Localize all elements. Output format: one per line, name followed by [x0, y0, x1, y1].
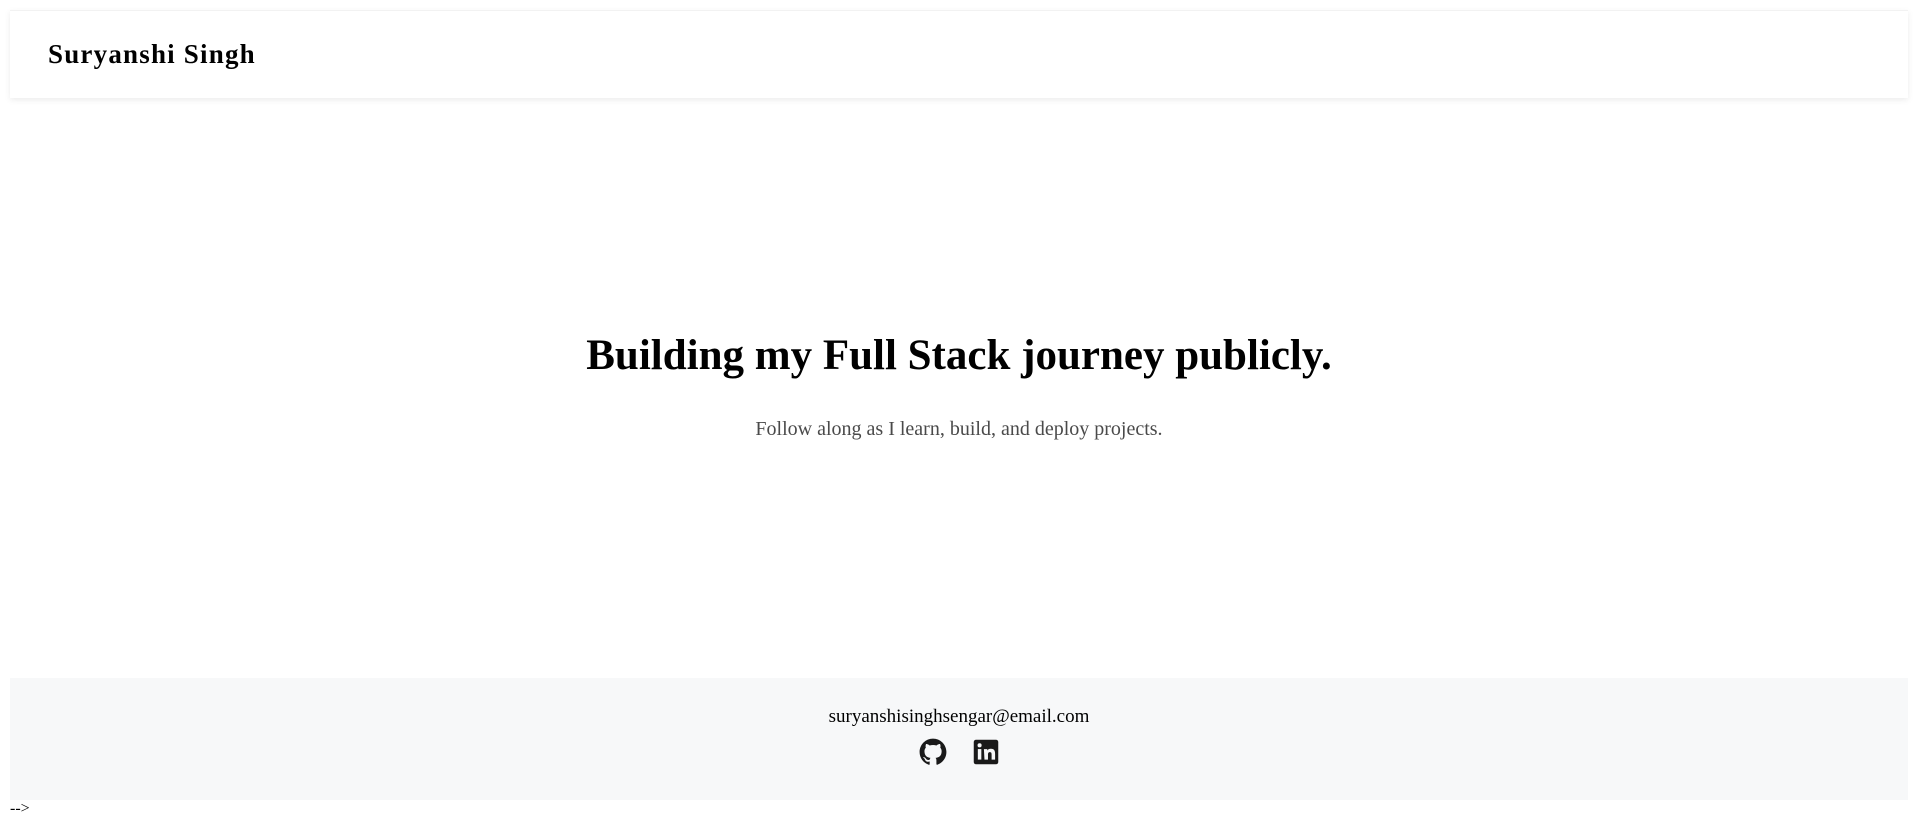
linkedin-icon — [973, 739, 998, 765]
page: Suryanshi Singh Building my Full Stack j… — [0, 0, 1918, 834]
hero-subtitle: Follow along as I learn, build, and depl… — [755, 417, 1163, 440]
linkedin-link[interactable] — [972, 738, 1000, 766]
site-header: Suryanshi Singh — [10, 10, 1908, 98]
hero-title: Building my Full Stack journey publicly. — [586, 332, 1332, 379]
github-link[interactable] — [919, 738, 947, 766]
github-icon — [919, 738, 946, 765]
stray-comment-text: --> — [10, 800, 30, 817]
footer-email[interactable]: suryanshisinghsengar@email.com — [829, 706, 1090, 728]
site-brand[interactable]: Suryanshi Singh — [48, 39, 256, 70]
hero-section: Building my Full Stack journey publicly.… — [0, 330, 1918, 441]
site-footer: suryanshisinghsengar@email.com — [10, 678, 1908, 800]
social-links — [10, 738, 1908, 766]
